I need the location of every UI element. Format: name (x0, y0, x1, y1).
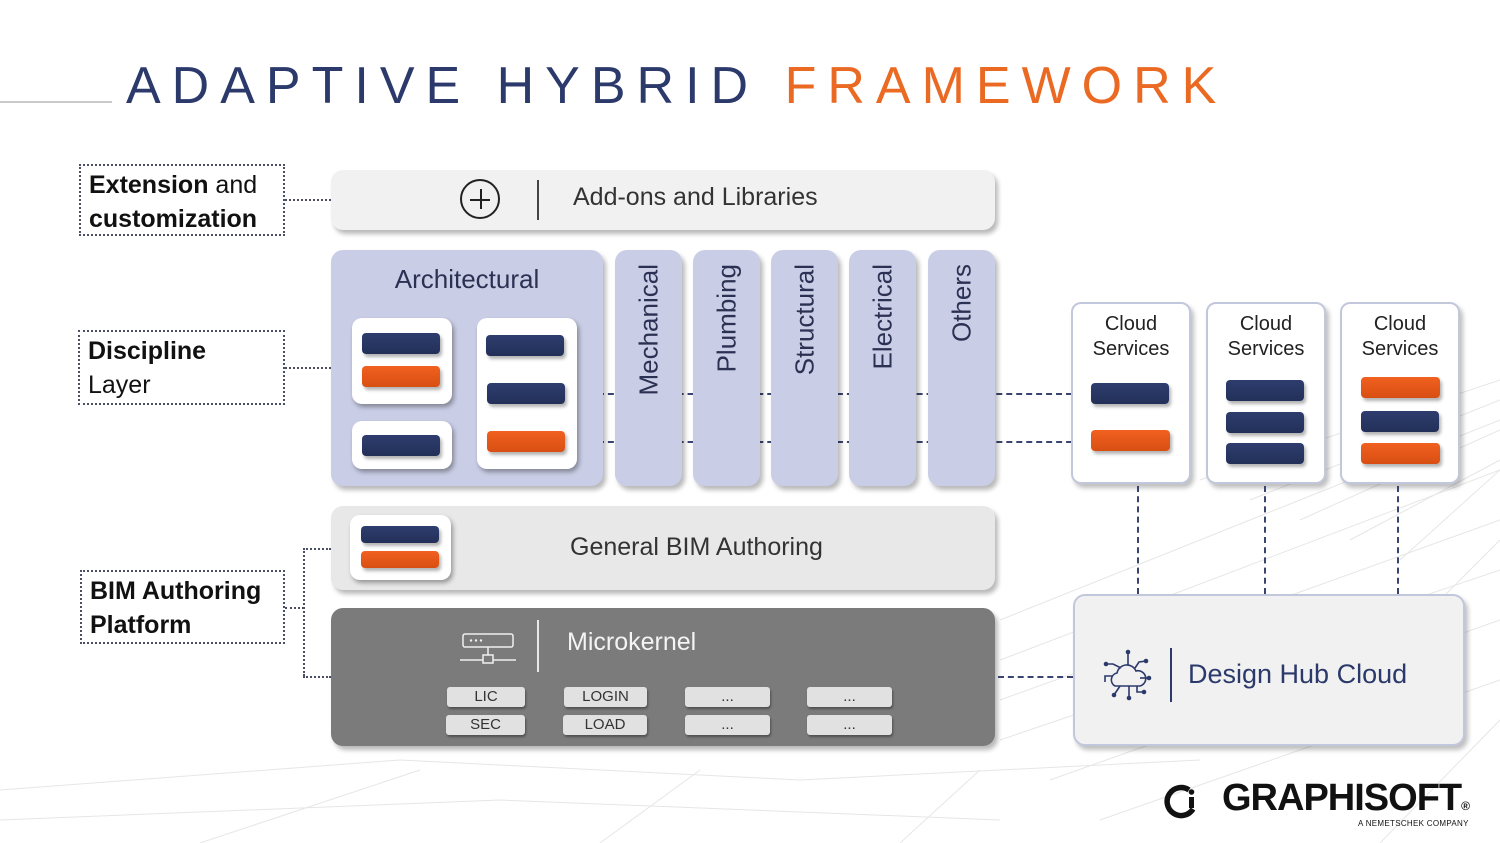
design-hub-label: Design Hub Cloud (1188, 659, 1408, 689)
server-network-icon (460, 633, 516, 664)
label-discipline-layer: Discipline Layer (78, 330, 285, 405)
kernel-chip-sec[interactable]: SEC (446, 715, 525, 735)
connector-extension (285, 199, 331, 201)
module-bar-navy (1091, 383, 1169, 404)
discipline-label: Electrical (867, 264, 897, 370)
module-bar-orange (1361, 377, 1440, 398)
cloud-network-icon (1103, 649, 1152, 701)
label-extension-customization: Extension and customization (79, 164, 285, 236)
connector-cloud-3-hub (1397, 486, 1399, 594)
discipline-plumbing[interactable]: Plumbing (693, 250, 760, 486)
kernel-chip-more[interactable]: ... (685, 687, 770, 707)
module-card (350, 515, 451, 580)
module-bar-orange (362, 366, 440, 387)
separator (537, 620, 539, 672)
microkernel-label: Microkernel (567, 628, 697, 656)
kernel-chip-more[interactable]: ... (807, 687, 892, 707)
module-bar-navy (486, 335, 564, 356)
architectural-title: Architectural (394, 264, 540, 294)
discipline-label: Structural (789, 264, 819, 376)
addons-label: Add-ons and Libraries (573, 183, 818, 211)
discipline-others[interactable]: Others (928, 250, 995, 486)
title-accent: FRAMEWORK (784, 57, 1228, 115)
module-bar-navy (1226, 443, 1304, 464)
logo-wordmark: GRAPHISOFT® (1222, 777, 1470, 819)
connector-discipline (285, 367, 331, 369)
module-bar-orange (487, 431, 565, 452)
title-rule (0, 101, 112, 103)
module-card (352, 318, 452, 404)
cloud-services-title: Cloud Services (1361, 313, 1439, 360)
module-bar-orange (1361, 443, 1440, 464)
module-bar-navy (1226, 412, 1304, 433)
discipline-label: Others (946, 264, 976, 343)
label-bold: Platform (90, 611, 192, 639)
kernel-chip-more[interactable]: ... (807, 715, 892, 735)
page-title: ADAPTIVE HYBRID FRAMEWORK (126, 56, 1227, 116)
title-primary: ADAPTIVE HYBRID (126, 57, 760, 115)
connector-microkernel (303, 676, 331, 678)
separator (1170, 648, 1172, 702)
logo-tagline: A NEMETSCHEK COMPANY (1358, 819, 1469, 828)
label-bold: Discipline (88, 337, 207, 365)
module-bar-navy (1361, 411, 1439, 432)
plus-circle-icon (460, 179, 500, 219)
module-bar-orange (361, 551, 439, 568)
kernel-chip-lic[interactable]: LIC (447, 687, 525, 707)
kernel-chip-load[interactable]: LOAD (563, 715, 647, 735)
connector-general-bim (303, 548, 331, 550)
module-bar-navy (1226, 380, 1304, 401)
connector-cloud-1-hub (1137, 486, 1139, 594)
connector-cloud-2-hub (1264, 486, 1266, 594)
label-bold: BIM Authoring (90, 577, 262, 605)
cloud-services-title: Cloud Services (1227, 313, 1305, 360)
label-bim-authoring-platform: BIM Authoring Platform (80, 570, 285, 644)
connector-bim-platform (285, 607, 304, 609)
discipline-mechanical[interactable]: Mechanical (615, 250, 682, 486)
discipline-electrical[interactable]: Electrical (849, 250, 916, 486)
label-text: and (208, 171, 258, 199)
connector-microkernel-hub (998, 676, 1073, 678)
label-text: Layer (88, 371, 151, 399)
module-bar-orange (1091, 430, 1170, 451)
module-bar-navy (487, 383, 565, 404)
discipline-label: Mechanical (633, 264, 663, 396)
module-bar-navy (362, 333, 440, 354)
module-bar-navy (362, 435, 440, 456)
general-bim-label: General BIM Authoring (570, 533, 823, 561)
discipline-label: Plumbing (711, 264, 741, 373)
label-bold: Extension (89, 171, 209, 199)
module-bar-navy (361, 526, 439, 543)
cloud-services-title: Cloud Services (1092, 313, 1170, 360)
kernel-chip-login[interactable]: LOGIN (564, 687, 647, 707)
separator (537, 180, 539, 220)
connector-bim-platform-vertical (303, 548, 305, 676)
label-bold: customization (89, 205, 258, 233)
graphisoft-logo-icon (1164, 784, 1196, 819)
discipline-structural[interactable]: Structural (771, 250, 838, 486)
kernel-chip-more[interactable]: ... (685, 715, 770, 735)
